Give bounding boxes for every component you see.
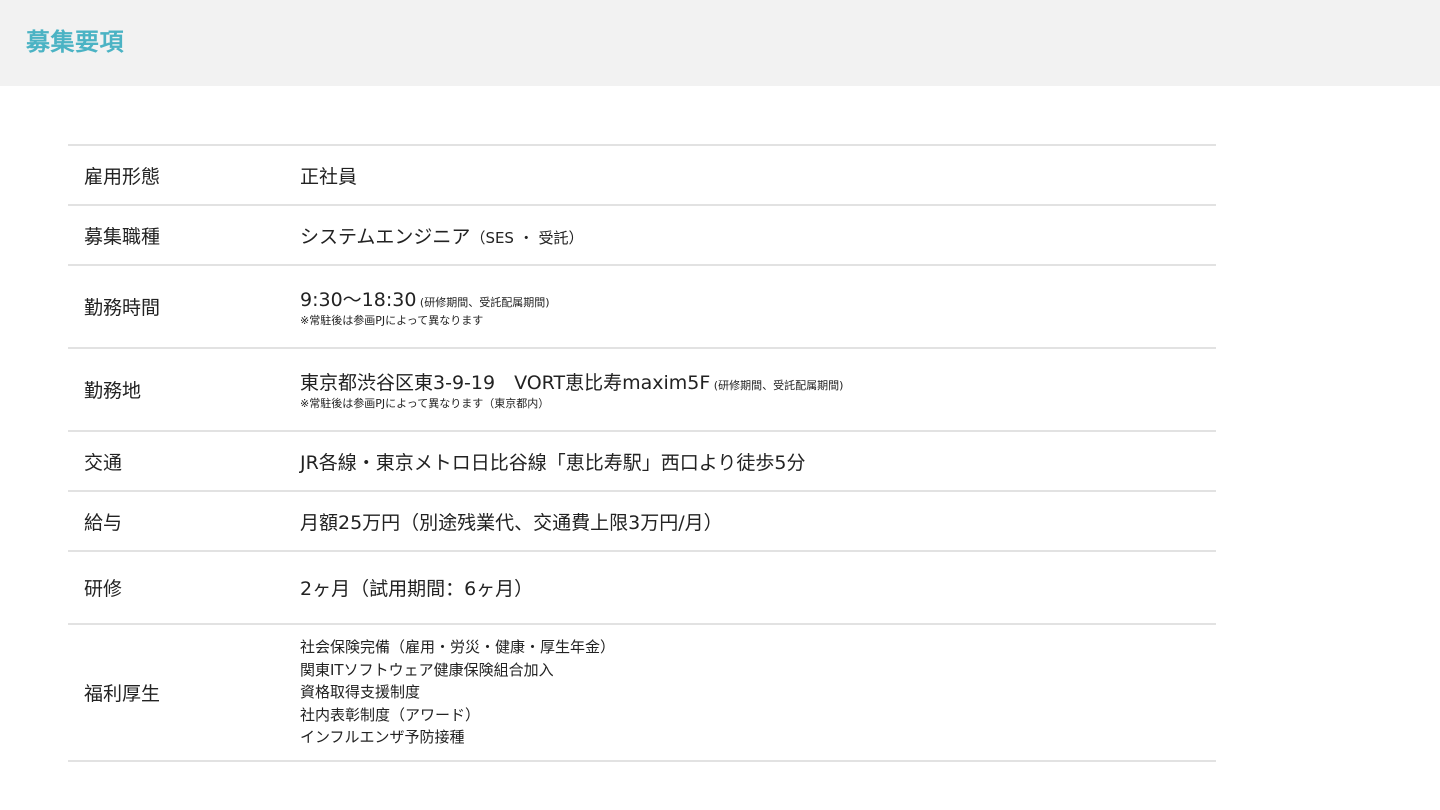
recruitment-table: 雇用形態 正社員 募集職種 システムエンジニア（SES ・ 受託） 勤務時間 9… [68,144,1216,762]
hours-small: (研修期間、受託配属期間) [416,296,550,309]
location-note: ※常駐後は参画PJによって異なります（東京都内） [300,397,550,410]
table-row-benefits: 福利厚生 社会保険完備（雇用・労災・健康・厚生年金） 関東ITソフトウェア健康保… [68,625,1216,762]
location-value: 東京都渋谷区東3-9-19 VORT恵比寿maxim5F [300,372,711,394]
table-row-position: 募集職種 システムエンジニア（SES ・ 受託） [68,206,1216,266]
row-label: 交通 [84,451,123,474]
row-value: 9:30〜18:30 (研修期間、受託配属期間) ※常駐後は参画PJによって異な… [300,285,1216,328]
row-label: 福利厚生 [84,683,161,705]
page-header: 募集要項 [0,0,1440,86]
table-row-location: 勤務地 東京都渋谷区東3-9-19 VORT恵比寿maxim5F (研修期間、受… [68,349,1216,432]
list-item: インフルエンザ予防接種 [300,728,465,747]
row-label: 研修 [84,578,123,600]
row-label: 雇用形態 [84,165,161,188]
row-label: 勤務地 [84,380,142,402]
employment-value: 正社員 [300,165,358,188]
table-row-access: 交通 JR各線・東京メトロ日比谷線「恵比寿駅」西口より徒歩5分 [68,432,1216,492]
hours-note: ※常駐後は参画PJによって異なります [300,314,484,327]
row-value: システムエンジニア（SES ・ 受託） [300,222,1216,249]
row-value: JR各線・東京メトロ日比谷線「恵比寿駅」西口より徒歩5分 [300,448,1216,475]
location-small: (研修期間、受託配属期間) [710,379,844,392]
row-value: 正社員 [300,162,1216,189]
hours-value: 9:30〜18:30 [300,289,417,311]
row-label: 給与 [84,511,123,534]
page-title: 募集要項 [26,28,124,56]
table-row-employment: 雇用形態 正社員 [68,146,1216,206]
salary-value: 月額25万円（別途残業代、交通費上限3万円/月） [300,511,723,534]
row-value: 東京都渋谷区東3-9-19 VORT恵比寿maxim5F (研修期間、受託配属期… [300,368,1216,411]
list-item: 資格取得支援制度 [300,683,421,702]
benefits-list: 社会保険完備（雇用・労災・健康・厚生年金） 関東ITソフトウェア健康保険組合加入… [300,636,1216,749]
training-value: 2ヶ月（試用期間：6ヶ月） [300,578,534,600]
row-value: 月額25万円（別途残業代、交通費上限3万円/月） [300,508,1216,535]
row-label: 募集職種 [84,225,161,248]
table-row-salary: 給与 月額25万円（別途残業代、交通費上限3万円/月） [68,492,1216,552]
list-item: 社内表彰制度（アワード） [300,705,481,724]
table-row-training: 研修 2ヶ月（試用期間：6ヶ月） [68,552,1216,625]
row-value: 2ヶ月（試用期間：6ヶ月） [300,574,1216,601]
position-value: システムエンジニア [300,225,471,248]
list-item: 社会保険完備（雇用・労災・健康・厚生年金） [300,638,616,657]
position-sub: （SES ・ 受託） [470,228,584,247]
access-value: JR各線・東京メトロ日比谷線「恵比寿駅」西口より徒歩5分 [300,451,806,474]
list-item: 関東ITソフトウェア健康保険組合加入 [300,660,554,679]
row-label: 勤務時間 [84,297,161,319]
table-row-hours: 勤務時間 9:30〜18:30 (研修期間、受託配属期間) ※常駐後は参画PJに… [68,266,1216,349]
